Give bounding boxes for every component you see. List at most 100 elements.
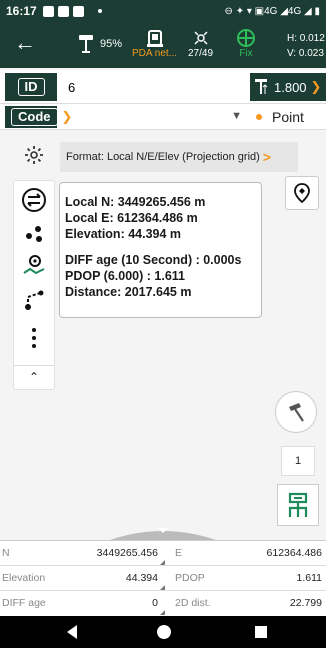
point-counter[interactable]: 1 [281,446,315,476]
grid-value: 22.799 [289,597,322,609]
elevation-text: Elevation: 44.394 m [65,227,182,241]
format-label: Format: Local N/E/Elev (Projection grid) [66,151,260,163]
point-type-selector[interactable]: Point [256,106,304,128]
measure-tripod-icon [288,492,308,517]
target-pin-button[interactable] [285,176,319,210]
settings-gear-icon[interactable] [24,145,44,170]
point-type-label: Point [272,109,304,125]
h-precision: H: 0.012 [287,33,325,44]
local-e-text: Local E: 612364.486 m [65,211,198,225]
rover-status[interactable]: 95% [78,34,122,54]
grid-value: 1.611 [296,572,323,584]
collapse-toolbar-button[interactable]: ⌃ [14,365,54,389]
pda-network-status[interactable]: PDA net... [132,28,177,59]
chevron-right-icon: > [262,149,271,165]
chevron-double-up-icon: ⌃ [28,370,40,384]
grid-label: 2D dist. [175,597,211,609]
grid-label: E [175,547,183,559]
pda-network-icon [146,30,163,47]
chevron-right-icon: ❯ [310,79,322,94]
bottom-panel-handle[interactable] [0,524,326,540]
distance-text: Distance: 2017.645 m [65,285,192,299]
swap-circle-icon [22,188,46,212]
pdop-line: PDOP (6.000) : 1.611 [65,268,261,284]
code-row: Code ❯ ▼ Point [0,104,326,130]
grid-value: 3449265.456 [96,547,158,559]
status-sq-1 [42,5,54,17]
point-id-input[interactable] [62,73,246,101]
status-sq-2 [57,5,69,17]
satellite-count: 27/49 [188,48,214,59]
id-button[interactable]: ID [5,73,57,101]
status-time: 16:17 [6,4,37,18]
grid-label: PDOP [175,572,205,584]
map-location-icon [23,255,45,275]
left-toolbar: ⌃ [13,180,55,390]
diff-age-label: DIFF age (10 Second) : [65,253,204,267]
data-grid: N 3449265.456 E 612364.486 Elevation 44.… [0,540,326,616]
scatter-points-button[interactable] [14,221,54,250]
status-dot [97,9,102,13]
diff-age-line: DIFF age (10 Second) : 0.000s [65,252,261,268]
more-options-button[interactable] [14,327,54,354]
scatter-points-icon [26,226,42,242]
precision-readout: H: 0.012 V: 0.023 [287,31,325,61]
status-bar: 16:17 ⊖ ✦ ▾ ▣4G ◢4G ◢ ▮ [0,0,326,22]
battery-level: 95% [100,38,123,50]
nav-home-icon[interactable] [156,624,172,640]
survey-pole-icon [289,403,304,422]
toggle-tool-button[interactable] [14,187,54,218]
rover-antenna-icon [79,35,93,53]
local-n-text: Local N: 3449265.456 m [65,195,206,209]
grid-label: Elevation [2,572,46,584]
location-pin-icon [294,183,310,204]
corner-marker-icon [160,610,165,615]
grid-label: N [2,547,10,559]
fix-label: Fix [239,48,253,59]
corner-marker-icon [160,560,165,565]
survey-tool-button[interactable] [275,391,317,433]
polyline-icon [25,290,44,310]
grid-value: 612364.486 [266,547,322,559]
grid-value: 44.394 [125,572,158,584]
corner-marker-icon [160,585,165,590]
diff-age-value: 0.000s [203,253,242,267]
point-type-dot-icon [256,114,262,120]
antenna-height-value: 1.800 [274,79,307,95]
grid-row: Elevation 44.394 PDOP 1.611 [0,566,326,591]
system-nav-bar [0,616,326,648]
fix-crosshair-icon [237,29,255,47]
position-info-card: Local N: 3449265.456 m Local E: 612364.4… [59,182,262,318]
satellite-status[interactable]: 27/49 [188,28,213,59]
map-location-button[interactable] [14,253,54,282]
grid-row: N 3449265.456 E 612364.486 [0,541,326,566]
point-id-row: ID 1.800 ❯ [0,70,326,104]
handle-arc-icon [110,528,216,540]
antenna-height-button[interactable]: 1.800 ❯ [250,73,326,101]
fix-status[interactable]: Fix [236,28,256,59]
status-indicators: ⊖ ✦ ▾ ▣4G ◢4G ◢ ▮ [224,5,320,17]
nav-recents-icon[interactable] [254,624,268,640]
dropdown-arrow-icon: ▼ [231,110,242,122]
code-select[interactable]: ▼ [62,107,246,127]
v-precision: V: 0.023 [287,48,324,59]
format-selector-button[interactable]: Format: Local N/E/Elev (Projection grid)… [60,142,298,172]
back-arrow-icon[interactable]: ← [14,31,36,55]
code-label: Code [11,108,58,126]
nav-back-icon[interactable] [65,624,79,640]
app-header: ← 95% PDA net... 27/49 Fix H: 0.012 V: 0… [0,22,326,68]
pda-label: PDA net... [132,48,178,59]
code-button[interactable]: Code ❯ [5,106,72,128]
pdop-label: PDOP (6.000) : [65,269,155,283]
pdop-value: 1.611 [154,269,185,283]
grid-row: DIFF age 0 2D dist. 22.799 [0,591,326,616]
antenna-height-icon [255,79,268,94]
polyline-button[interactable] [14,287,54,318]
satellite-icon [193,31,208,45]
status-sq-3 [72,5,84,17]
id-label: ID [17,78,45,96]
more-vertical-icon [32,328,36,348]
grid-value: 0 [152,597,158,609]
grid-label: DIFF age [2,597,46,609]
measure-point-button[interactable] [277,484,319,526]
